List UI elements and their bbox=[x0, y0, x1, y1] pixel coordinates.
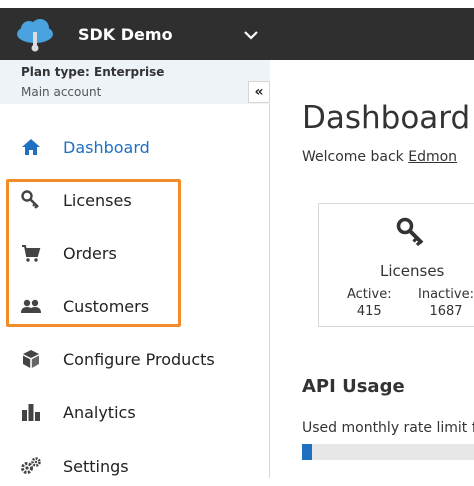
sidebar-item-settings[interactable]: Settings bbox=[0, 446, 269, 486]
plan-info: Plan type: Enterprise Main account bbox=[0, 60, 270, 104]
gears-icon bbox=[20, 455, 42, 477]
inactive-stat: Inactive: 1687 bbox=[418, 287, 474, 319]
sidebar-item-label: Dashboard bbox=[63, 137, 150, 157]
double-chevron-left-icon: « bbox=[254, 84, 264, 100]
welcome-prefix: Welcome back bbox=[302, 149, 409, 165]
active-stat: Active: 415 bbox=[347, 287, 392, 319]
usage-label: Used monthly rate limit fo bbox=[302, 420, 474, 436]
welcome-message: Welcome back Edmon bbox=[302, 149, 457, 165]
sidebar-item-dashboard[interactable]: Dashboard bbox=[0, 127, 269, 167]
licenses-card[interactable]: Licenses Active: 415 Inactive: 1687 bbox=[318, 203, 474, 327]
account-name: Main account bbox=[21, 85, 102, 99]
sidebar-item-analytics[interactable]: Analytics bbox=[0, 392, 269, 432]
nav-highlight-box bbox=[6, 179, 181, 327]
home-icon bbox=[20, 136, 42, 158]
inactive-label: Inactive: bbox=[418, 287, 474, 302]
inactive-value: 1687 bbox=[429, 304, 463, 319]
sidebar-item-label: Analytics bbox=[63, 402, 136, 422]
page-title: Dashboard bbox=[302, 100, 471, 136]
bar-chart-icon bbox=[20, 401, 42, 423]
app-title[interactable]: SDK Demo bbox=[78, 25, 173, 44]
chevron-down-icon[interactable] bbox=[243, 28, 259, 42]
main-content: Dashboard Welcome back Edmon Licenses Ac… bbox=[271, 60, 474, 478]
active-value: 415 bbox=[356, 304, 382, 319]
key-icon bbox=[396, 217, 424, 247]
top-bar: SDK Demo bbox=[0, 8, 474, 60]
sidebar-item-label: Settings bbox=[63, 456, 129, 476]
cube-icon bbox=[20, 348, 42, 370]
plan-type: Plan type: Enterprise bbox=[21, 65, 165, 79]
api-usage-title: API Usage bbox=[302, 376, 405, 397]
collapse-sidebar-button[interactable]: « bbox=[248, 81, 270, 103]
user-name-link[interactable]: Edmon bbox=[408, 149, 457, 165]
cloud-key-icon[interactable] bbox=[14, 18, 56, 54]
usage-progress-bar bbox=[302, 444, 474, 460]
sidebar-item-label: Configure Products bbox=[63, 349, 215, 369]
usage-progress-fill bbox=[302, 444, 313, 460]
active-label: Active: bbox=[347, 287, 392, 302]
card-title: Licenses bbox=[380, 262, 445, 280]
sidebar-item-configure-products[interactable]: Configure Products bbox=[0, 339, 269, 379]
